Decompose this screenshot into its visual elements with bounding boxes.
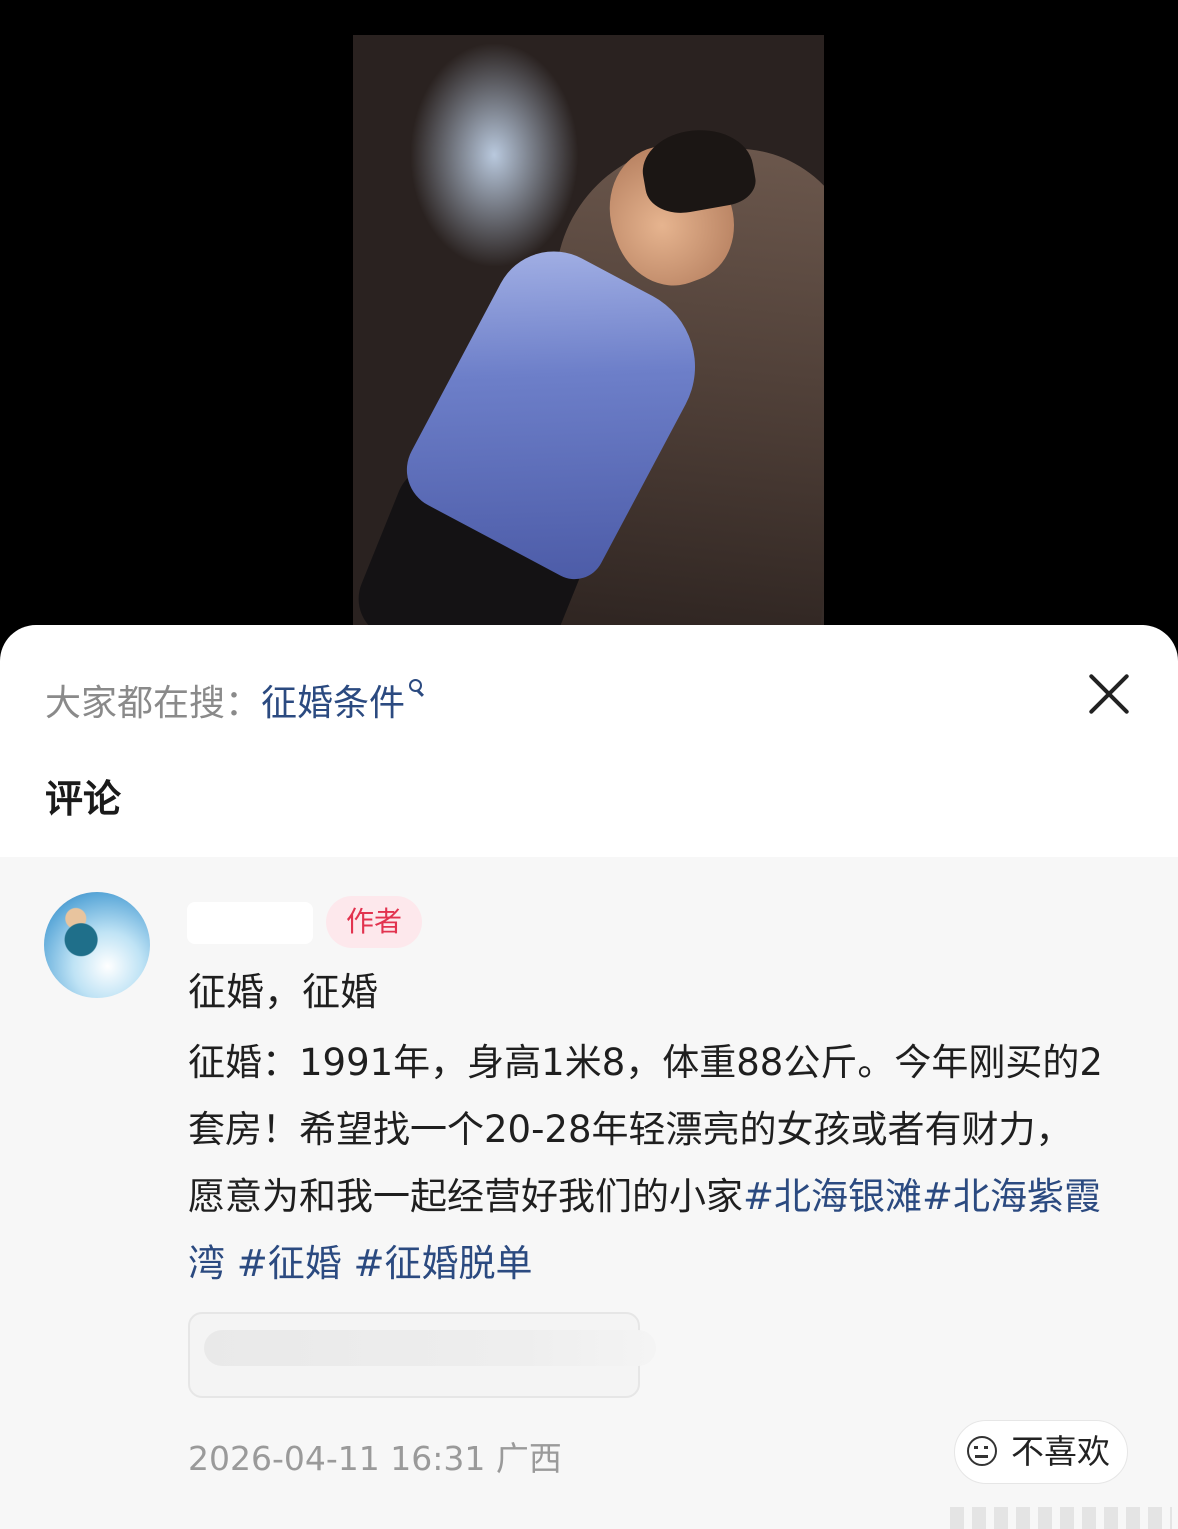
reply-preview-blurred xyxy=(204,1330,656,1366)
author-badge: 作者 xyxy=(326,896,422,948)
hashtag[interactable]: #征婚 xyxy=(237,1242,342,1285)
comment-sheet: 大家都在搜：征婚条件 评论 作者 征婚，征婚 征婚：1991年，身高1米8，体重… xyxy=(0,625,1178,1529)
comment-timestamp: 2026-04-11 16:31 xyxy=(188,1439,486,1478)
trending-search: 大家都在搜：征婚条件 xyxy=(45,677,425,726)
comment-list: 作者 征婚，征婚 征婚：1991年，身高1米8，体重88公斤。今年刚买的2套房！… xyxy=(0,857,1178,1529)
author-name-redacted[interactable] xyxy=(187,902,313,944)
dislike-button[interactable]: 不喜欢 xyxy=(954,1420,1128,1484)
comments-title: 评论 xyxy=(45,777,122,821)
trending-search-prefix: 大家都在搜： xyxy=(45,683,262,724)
reply-preview[interactable] xyxy=(188,1312,656,1398)
comment-body[interactable]: 征婚：1991年，身高1米8，体重88公斤。今年刚买的2套房！希望找一个20-2… xyxy=(188,1029,1108,1297)
watermark xyxy=(950,1507,1172,1529)
close-icon[interactable] xyxy=(1084,669,1134,719)
avatar[interactable] xyxy=(44,892,150,998)
comment-first-line: 征婚，征婚 xyxy=(188,970,379,1014)
hashtag[interactable]: #征婚脱单 xyxy=(354,1242,533,1285)
unhappy-face-icon xyxy=(967,1436,997,1466)
hashtag[interactable]: #北海银滩 xyxy=(743,1175,922,1218)
comment-meta: 2026-04-11 16:31 广西 xyxy=(188,1432,562,1480)
post-photo[interactable] xyxy=(353,35,824,635)
dislike-label: 不喜欢 xyxy=(1011,1432,1110,1471)
search-icon[interactable] xyxy=(407,677,425,697)
comment-location: 广西 xyxy=(495,1439,562,1478)
trending-search-term[interactable]: 征婚条件 xyxy=(261,683,405,724)
